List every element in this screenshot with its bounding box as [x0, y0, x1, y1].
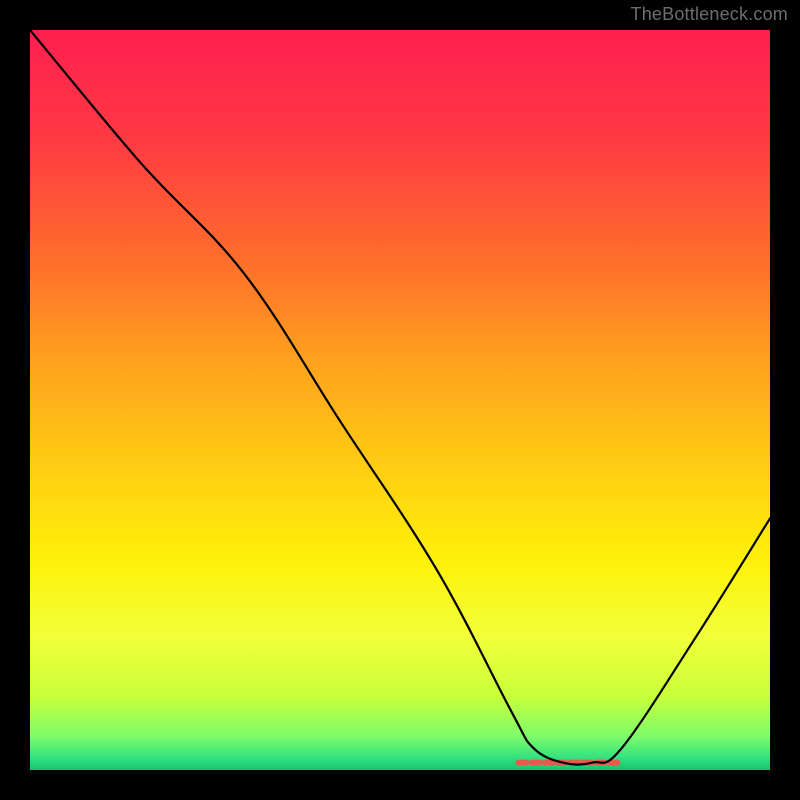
gradient-background: [30, 30, 770, 770]
chart-svg: [30, 30, 770, 770]
watermark-text: TheBottleneck.com: [631, 4, 788, 25]
plot-area: [30, 30, 770, 770]
chart-frame: TheBottleneck.com: [0, 0, 800, 800]
